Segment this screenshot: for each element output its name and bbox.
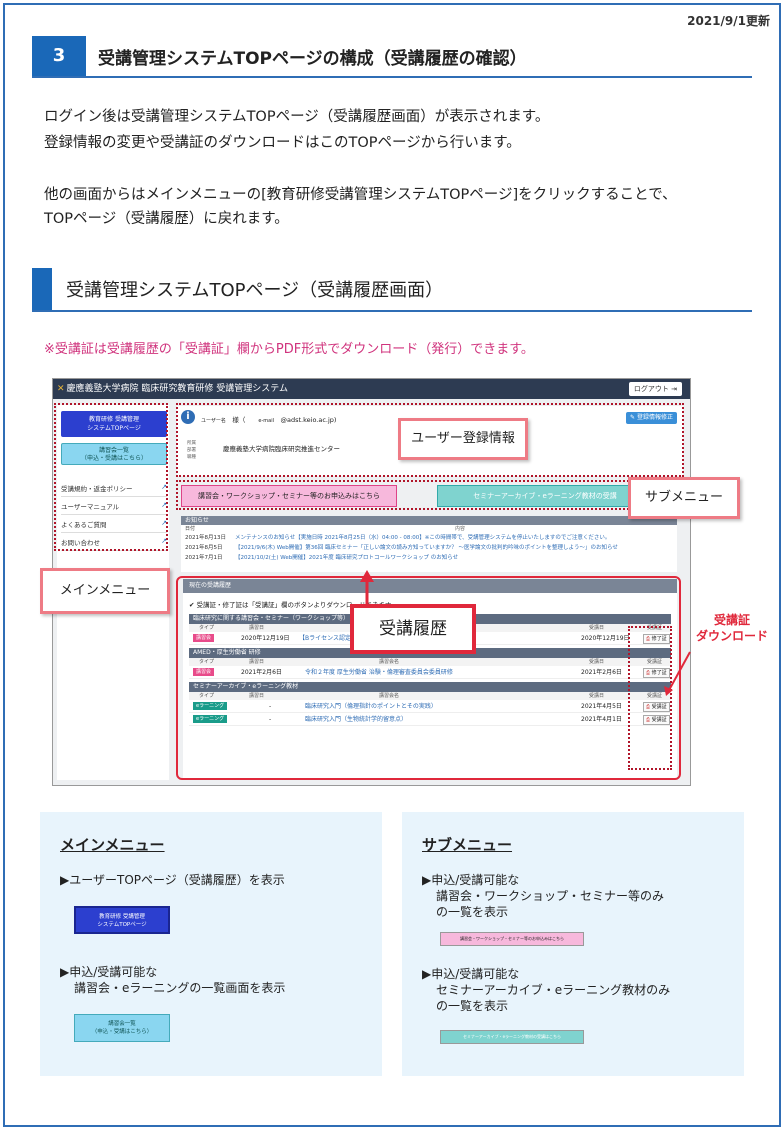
sub-menu-panel-title: サブメニュー	[422, 836, 513, 854]
callout-history: 受講履歴	[350, 604, 476, 654]
subsection-header: 受講管理システムTOPページ（受講履歴画面）	[32, 268, 752, 312]
callout-user-info: ユーザー登録情報	[398, 418, 528, 460]
subsection-bar	[32, 268, 52, 310]
updated-date: 2021/9/1更新	[687, 14, 770, 28]
download-highlight	[628, 626, 672, 770]
callout-main-menu: メインメニュー	[40, 568, 170, 614]
main-menu-highlight	[54, 403, 168, 551]
news-title: お知らせ	[181, 516, 677, 525]
news-row[interactable]: 2021年8月5日 【2021/9/6(木) Web開催】第36回 臨床セミナー「…	[181, 543, 677, 553]
mini-list-button: 講習会一覧 （申込・受講はこちら）	[74, 1014, 170, 1042]
app-header: ✕ 慶應義塾大学病院 臨床研究教育研修 受講管理システム ログアウト ⇥	[53, 379, 690, 399]
logout-button[interactable]: ログアウト ⇥	[628, 382, 682, 396]
subsection-title: 受講管理システムTOPページ（受講履歴画面）	[66, 280, 444, 301]
logo-icon: ✕	[57, 384, 65, 394]
callout-submenu: サブメニュー	[628, 477, 740, 519]
main-menu-item-1: ▶ユーザーTOPページ（受講履歴）を表示	[60, 873, 285, 887]
sub-menu-item-1: ▶申込/受講可能な 講習会・ワークショップ・セミナー等のみ の一覧を表示	[422, 873, 665, 919]
sub-menu-panel: サブメニュー ▶申込/受講可能な 講習会・ワークショップ・セミナー等のみ の一覧を表…	[402, 812, 744, 1076]
section-title: 受講管理システムTOPページの構成（受講履歴の確認）	[98, 49, 527, 69]
submenu-highlight	[176, 480, 684, 510]
section-header: 3 受講管理システムTOPページの構成（受講履歴の確認）	[32, 36, 752, 78]
main-menu-item-2: ▶申込/受講可能な 講習会・eラーニングの一覧画面を表示	[60, 965, 286, 995]
news-panel: お知らせ 日付 内容 2021年8月13日 メンテナンスのお知らせ【実施日時 202…	[181, 516, 677, 572]
callout-download: 受講証 ダウンロード	[696, 613, 769, 643]
mini-pink-button: 講習会・ワークショップ・セミナー等のお申込みはこちら	[440, 932, 584, 946]
main-menu-panel: メインメニュー ▶ユーザーTOPページ（受講履歴）を表示 教育研修 受講管理 シス…	[40, 812, 382, 1076]
news-header: 日付 内容	[185, 526, 466, 532]
intro-line-1: ログイン後は受講管理システムTOPページ（受講履歴画面）が表示されます。	[44, 109, 550, 125]
section-number: 3	[32, 36, 86, 76]
main-menu-panel-title: メインメニュー	[60, 836, 165, 854]
news-row[interactable]: 2021年8月13日 メンテナンスのお知らせ【実施日時 2021年8月25日（水）…	[181, 533, 677, 543]
intro-line-2: 登録情報の変更や受講証のダウンロードはこのTOPページから行います。	[44, 135, 521, 151]
mini-top-button: 教育研修 受講管理 システムTOPページ	[74, 906, 170, 934]
download-note: ※受講証は受講履歴の「受講証」欄からPDF形式でダウンロード（発行）できます。	[44, 342, 534, 357]
intro-line-4: TOPページ（受講履歴）に戻れます。	[44, 211, 289, 227]
sub-menu-item-2: ▶申込/受講可能な セミナーアーカイブ・eラーニング教材のみ の一覧を表示	[422, 967, 671, 1013]
app-title: 慶應義塾大学病院 臨床研究教育研修 受講管理システム	[66, 384, 289, 394]
news-row[interactable]: 2021年7月1日 【2021/10/2(土) Web開催】2021年度 臨床研究…	[181, 553, 677, 563]
mini-teal-button: セミナーアーカイブ・eラーニング教材の受講はこちら	[440, 1030, 584, 1044]
intro-line-3: 他の画面からはメインメニューの[教育研修受講管理システムTOPページ]をクリック…	[44, 187, 677, 203]
